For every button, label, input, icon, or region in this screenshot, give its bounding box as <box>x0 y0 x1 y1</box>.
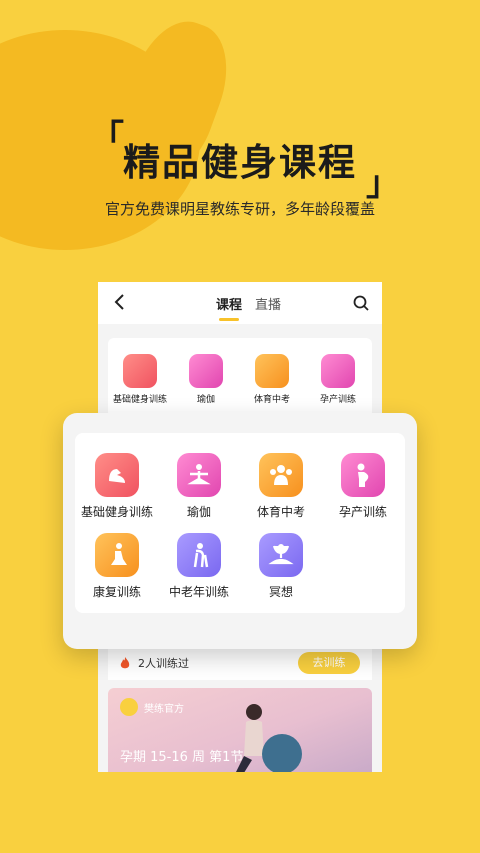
category-item-rehab[interactable]: 康复训练 <box>75 533 159 600</box>
tab-indicator <box>219 318 239 321</box>
promo-headline: 精品健身课程 <box>123 141 357 184</box>
fitness-icon <box>95 453 139 497</box>
tab-live[interactable]: 直播 <box>255 294 281 313</box>
category-label: 体育中考 <box>256 505 305 519</box>
category-item-senior[interactable]: 中老年训练 <box>157 533 241 600</box>
mini-category-label: 瑜伽 <box>196 395 215 405</box>
meditation-icon <box>259 533 303 577</box>
mini-category-label: 孕产训练 <box>319 395 356 405</box>
go-train-button[interactable]: 去训练 <box>298 652 360 674</box>
rehab-icon <box>95 533 139 577</box>
senior-icon <box>177 533 221 577</box>
mini-category-label: 体育中考 <box>253 395 290 405</box>
fitness-icon <box>123 354 157 388</box>
category-item-pregnancy[interactable]: 孕产训练 <box>321 453 405 520</box>
category-label: 冥想 <box>268 585 293 599</box>
tab-courses[interactable]: 课程 <box>216 294 242 313</box>
brand-logo-icon <box>120 698 138 716</box>
yoga-icon <box>177 453 221 497</box>
pregnancy-icon <box>341 453 385 497</box>
video-brand: 樊练官方 <box>144 704 184 715</box>
mini-category-item[interactable]: 体育中考 <box>240 354 304 405</box>
video-title: 孕期 15-16 周 第1节 <box>120 750 244 765</box>
category-item-yoga[interactable]: 瑜伽 <box>157 453 241 520</box>
search-icon[interactable] <box>352 294 370 312</box>
sports-exam-icon <box>255 354 289 388</box>
mini-category-item[interactable]: 瑜伽 <box>174 354 238 405</box>
category-card-background: 基础健身训练 瑜伽 体育中考 孕产训练 <box>108 338 372 418</box>
trained-row: 2人训练过 去训练 <box>108 646 372 680</box>
category-grid: 基础健身训练 瑜伽 体育中考 孕产训练 康复训练 中老年训练 冥想 <box>75 433 405 613</box>
category-popup: 基础健身训练 瑜伽 体育中考 孕产训练 康复训练 中老年训练 冥想 <box>63 413 417 649</box>
category-label: 瑜伽 <box>186 505 211 519</box>
promo-subline: 官方免费课明星教练专研，多年龄段覆盖 <box>104 200 375 218</box>
category-label: 中老年训练 <box>168 585 229 599</box>
category-label: 孕产训练 <box>338 505 387 519</box>
category-label: 康复训练 <box>92 585 141 599</box>
course-video-card[interactable]: 樊练官方 孕期 15-16 周 第1节 <box>108 688 372 772</box>
pregnancy-icon <box>321 354 355 388</box>
trained-count: 2人训练过 <box>138 657 189 670</box>
yoga-icon <box>189 354 223 388</box>
mini-category-label: 基础健身训练 <box>112 395 167 405</box>
category-item-meditation[interactable]: 冥想 <box>239 533 323 600</box>
category-item-sports-exam[interactable]: 体育中考 <box>239 453 323 520</box>
mini-category-item[interactable]: 基础健身训练 <box>108 354 172 405</box>
top-nav: 课程 直播 <box>98 282 382 324</box>
back-arrow-icon[interactable] <box>110 292 130 312</box>
category-item-fitness[interactable]: 基础健身训练 <box>75 453 159 520</box>
mini-category-item[interactable]: 孕产训练 <box>306 354 370 405</box>
sports-exam-icon <box>259 453 303 497</box>
category-label: 基础健身训练 <box>80 505 153 519</box>
fire-icon <box>120 657 130 669</box>
